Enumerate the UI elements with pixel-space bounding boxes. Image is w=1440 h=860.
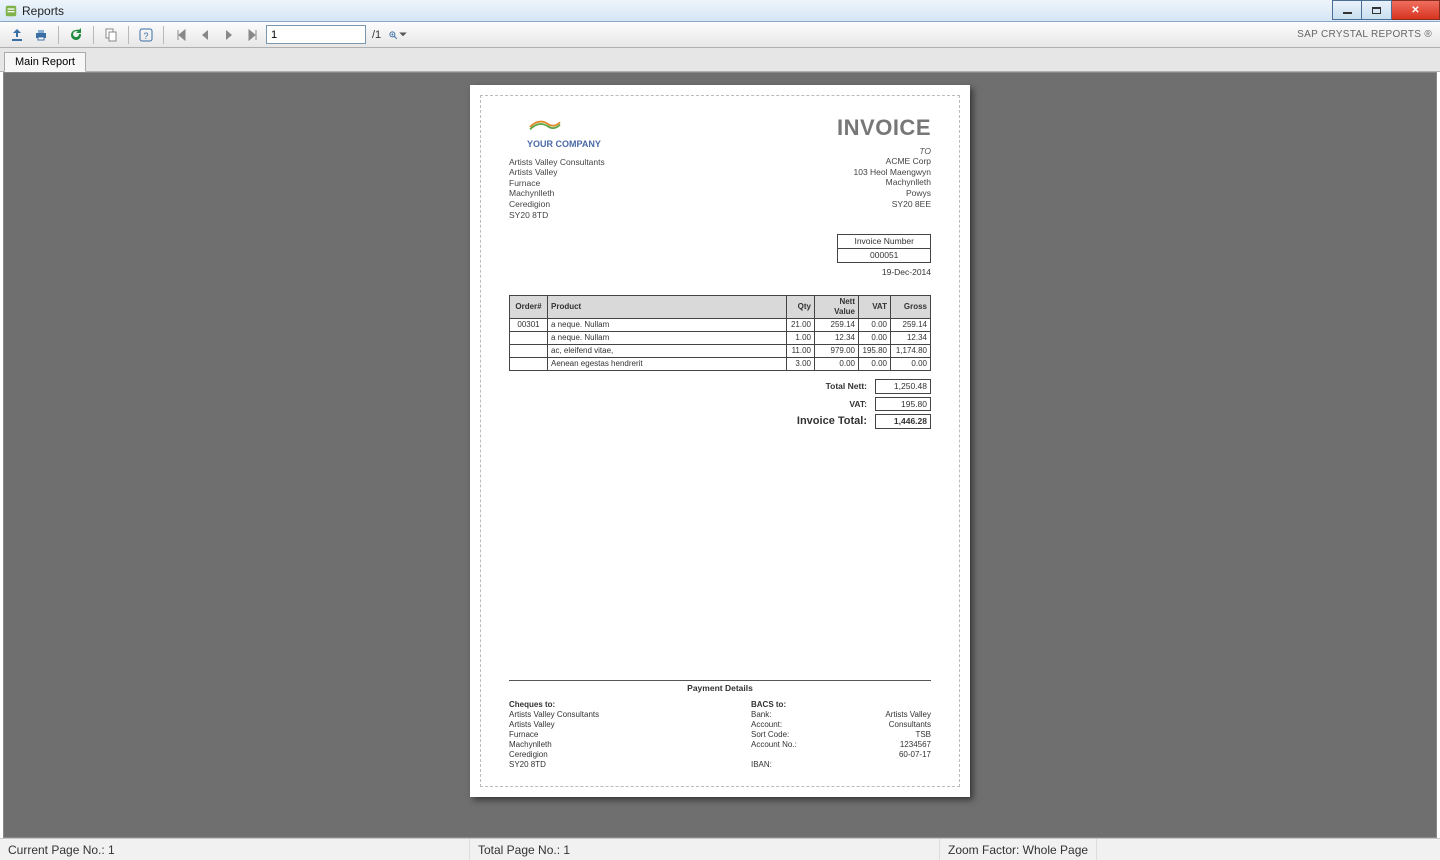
status-current-page: Current Page No.: 1 (0, 839, 470, 860)
page-total-label: /1 (372, 29, 381, 41)
first-page-button[interactable] (170, 24, 192, 46)
toolbar-separator (58, 26, 59, 44)
status-total-page: Total Page No.: 1 (470, 839, 940, 860)
to-label: TO (837, 146, 931, 157)
status-bar: Current Page No.: 1 Total Page No.: 1 Zo… (0, 838, 1440, 860)
table-row: ac, eleifend vitae,11.00979.00195.801,17… (510, 345, 931, 358)
dropdown-arrow-icon (398, 27, 408, 43)
table-row: a neque. Nullam1.0012.340.0012.34 (510, 332, 931, 345)
toggle-parameters-button[interactable]: ? (135, 24, 157, 46)
brand-label: SAP CRYSTAL REPORTS ® (1297, 29, 1432, 40)
minimize-button[interactable] (1332, 0, 1362, 20)
table-row: Aenean egestas hendrerit3.000.000.000.00 (510, 358, 931, 371)
app-icon (4, 4, 18, 18)
copy-button[interactable] (100, 24, 122, 46)
invoice-date: 19-Dec-2014 (509, 267, 931, 278)
table-row: 00301a neque. Nullam21.00259.140.00259.1… (510, 319, 931, 332)
invoice-number-box: Invoice Number 000051 (837, 234, 931, 262)
print-button[interactable] (30, 24, 52, 46)
from-address: Artists Valley Consultants Artists Valle… (509, 157, 689, 221)
tab-main-report[interactable]: Main Report (4, 52, 86, 72)
to-address: ACME Corp 103 Heol Maengwyn Machynlleth … (837, 156, 931, 209)
page-number-input[interactable] (266, 25, 366, 44)
zoom-button[interactable] (387, 24, 409, 46)
toolbar-separator (128, 26, 129, 44)
toolbar-separator (163, 26, 164, 44)
report-viewer[interactable]: YOUR COMPANY Artists Valley Consultants … (3, 72, 1437, 838)
totals-block: Total Nett:1,250.48 VAT:195.80 Invoice T… (509, 379, 931, 429)
status-zoom: Zoom Factor: Whole Page (940, 839, 1097, 860)
next-page-button[interactable] (218, 24, 240, 46)
company-logo-icon (527, 114, 689, 137)
toolbar-separator (93, 26, 94, 44)
tab-strip: Main Report (0, 48, 1440, 72)
report-page: YOUR COMPANY Artists Valley Consultants … (470, 85, 970, 797)
company-name: YOUR COMPANY (527, 139, 689, 150)
title-bar: Reports ✕ (0, 0, 1440, 22)
window-title: Reports (22, 4, 64, 18)
refresh-button[interactable] (65, 24, 87, 46)
toolbar: ? /1 SAP CRYSTAL REPORTS ® (0, 22, 1440, 48)
last-page-button[interactable] (242, 24, 264, 46)
prev-page-button[interactable] (194, 24, 216, 46)
close-button[interactable]: ✕ (1392, 0, 1440, 20)
payment-details: Payment Details Cheques to: Artists Vall… (509, 680, 931, 770)
svg-text:?: ? (143, 31, 148, 41)
line-items-table: Order# Product Qty Nett Value VAT Gross … (509, 295, 931, 371)
table-header-row: Order# Product Qty Nett Value VAT Gross (510, 296, 931, 319)
invoice-title: INVOICE (837, 114, 931, 142)
export-button[interactable] (6, 24, 28, 46)
maximize-button[interactable] (1362, 0, 1392, 20)
